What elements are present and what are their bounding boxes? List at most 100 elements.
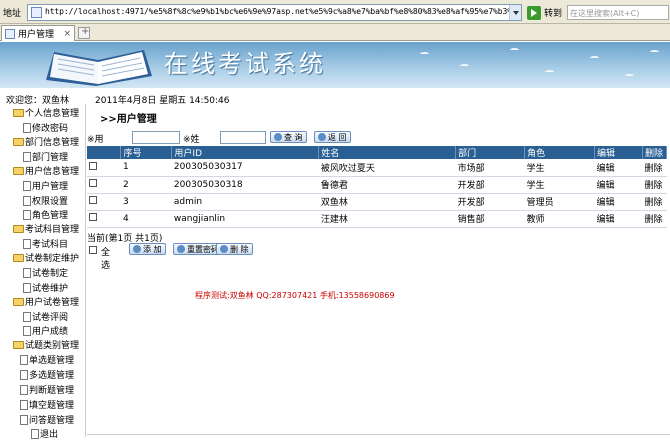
go-button[interactable]: 转到: [527, 5, 562, 20]
sidebar-folder-paper-maintain[interactable]: 试卷制定维护: [13, 251, 79, 264]
search-input[interactable]: 在这里搜索(Alt+C): [567, 5, 669, 20]
document-icon: [23, 267, 31, 278]
column-header-dept: 部门: [455, 146, 526, 159]
sidebar-folder-question-types[interactable]: 试题类别管理: [13, 338, 79, 351]
name-input[interactable]: [220, 131, 266, 144]
edit-link[interactable]: 编辑: [594, 159, 643, 177]
delete-link[interactable]: 删除: [642, 193, 667, 211]
sidebar-item-change-password[interactable]: 修改密码: [23, 121, 68, 134]
sidebar-item-label[interactable]: 问答题管理: [29, 413, 74, 426]
sidebar-item-permissions[interactable]: 权限设置: [23, 194, 68, 207]
sidebar-item-label[interactable]: 角色管理: [32, 208, 68, 221]
edit-link[interactable]: 编辑: [594, 176, 643, 194]
sidebar-item-user-scores[interactable]: 用户成绩: [23, 324, 68, 337]
delete-link[interactable]: 删除: [642, 159, 667, 177]
sidebar-item-logout[interactable]: 退出: [31, 427, 58, 440]
sidebar-item-subjects[interactable]: 考试科目: [23, 237, 68, 250]
sidebar-item-label[interactable]: 修改密码: [32, 121, 68, 134]
reset-password-label[interactable]: 重置密码: [187, 244, 219, 255]
sidebar-item-multi-choice[interactable]: 多选题管理: [20, 368, 74, 381]
delete-link[interactable]: 删除: [642, 210, 667, 228]
sidebar-item-label[interactable]: 用户成绩: [32, 324, 68, 337]
sidebar-item-true-false[interactable]: 判断题管理: [20, 383, 74, 396]
delete-button-label[interactable]: 删 除: [230, 244, 249, 255]
sidebar-item-label[interactable]: 填空题管理: [29, 398, 74, 411]
close-icon[interactable]: ×: [63, 29, 71, 39]
address-bar: 地址 http://localhost:4971/%e5%8f%8c%e9%b1…: [0, 0, 670, 24]
sidebar-item-paper-create[interactable]: 试卷制定: [23, 266, 68, 279]
query-button-label[interactable]: 查 询: [284, 132, 303, 143]
delete-button[interactable]: 删 除: [216, 243, 253, 255]
edit-link[interactable]: 编辑: [594, 210, 643, 228]
sidebar-item-essay[interactable]: 问答题管理: [20, 413, 74, 426]
sidebar-item-label[interactable]: 部门管理: [32, 150, 68, 163]
cell-no: 1: [120, 159, 172, 177]
sidebar-item-label[interactable]: 试卷评阅: [32, 310, 68, 323]
row-checkbox[interactable]: [89, 179, 97, 187]
tab-label[interactable]: 用户管理: [18, 27, 54, 40]
datetime-text: 2011年4月8日 星期五 14:50:46: [95, 96, 230, 106]
sidebar-item-label[interactable]: 多选题管理: [29, 368, 74, 381]
tab-user-management[interactable]: 用户管理 ×: [1, 25, 75, 41]
sidebar-item-paper-review[interactable]: 试卷评阅: [23, 310, 68, 323]
document-icon: [23, 122, 31, 133]
sidebar-item-label[interactable]: 部门信息管理: [25, 135, 79, 148]
sidebar-item-label[interactable]: 判断题管理: [29, 383, 74, 396]
sidebar-item-fill-blank[interactable]: 填空题管理: [20, 398, 74, 411]
sidebar-folder-user-papers[interactable]: 用户试卷管理: [13, 295, 79, 308]
sidebar-item-user-management[interactable]: 用户管理: [23, 179, 68, 192]
page-title: >>用户管理: [100, 114, 157, 125]
cell-name: 汪建林: [318, 210, 456, 228]
sidebar-item-label[interactable]: 试题类别管理: [25, 338, 79, 351]
row-checkbox[interactable]: [89, 196, 97, 204]
sidebar-folder-user-info[interactable]: 用户信息管理: [13, 164, 79, 177]
bird-decoration: [625, 74, 634, 78]
back-button[interactable]: 返 回: [314, 131, 351, 143]
go-label[interactable]: 转到: [544, 6, 562, 19]
sidebar-item-roles[interactable]: 角色管理: [23, 208, 68, 221]
address-url[interactable]: http://localhost:4971/%e5%8f%8c%e9%b1%bc…: [45, 7, 521, 16]
add-button[interactable]: 添 加: [129, 243, 166, 255]
sidebar-item-label[interactable]: 试卷维护: [32, 281, 68, 294]
sidebar-item-label[interactable]: 用户管理: [32, 179, 68, 192]
back-button-label[interactable]: 返 回: [328, 132, 347, 143]
user-table: 序号 用户ID 姓名 部门 角色 编辑 删除 1 200305030317 被风…: [87, 146, 668, 228]
edit-link[interactable]: 编辑: [594, 193, 643, 211]
column-header-name: 姓名: [318, 146, 457, 159]
sidebar-item-label[interactable]: 考试科目管理: [25, 222, 79, 235]
bird-decoration: [510, 48, 519, 52]
sidebar-item-single-choice[interactable]: 单选题管理: [20, 353, 74, 366]
sidebar-item-label[interactable]: 权限设置: [32, 194, 68, 207]
sidebar-item-label[interactable]: 用户信息管理: [25, 164, 79, 177]
user-id-input[interactable]: [132, 131, 180, 144]
sidebar-item-label[interactable]: 用户试卷管理: [25, 295, 79, 308]
bird-decoration: [420, 52, 429, 56]
query-button[interactable]: 查 询: [270, 131, 307, 143]
sidebar-item-paper-maintain[interactable]: 试卷维护: [23, 281, 68, 294]
go-arrow-icon[interactable]: [527, 5, 541, 20]
add-button-label[interactable]: 添 加: [143, 244, 162, 255]
delete-link[interactable]: 删除: [642, 176, 667, 194]
sidebar-folder-personal-info[interactable]: 个人信息管理: [13, 106, 79, 119]
sidebar: 个人信息管理 修改密码 部门信息管理 部门管理 用户信息管理 用户管理 权限设置…: [0, 104, 86, 440]
select-all-checkbox[interactable]: [89, 246, 97, 254]
sidebar-item-label[interactable]: 单选题管理: [29, 353, 74, 366]
table-row: 1 200305030317 被风吹过夏天 市场部 学生 编辑 删除: [87, 159, 667, 177]
folder-icon: [13, 137, 24, 146]
document-icon: [23, 209, 31, 220]
sidebar-item-label[interactable]: 考试科目: [32, 237, 68, 250]
chevron-down-icon[interactable]: [509, 5, 521, 20]
cell-dept: 市场部: [455, 159, 525, 177]
sidebar-folder-subjects[interactable]: 考试科目管理: [13, 222, 79, 235]
sidebar-item-label[interactable]: 试卷制定维护: [25, 251, 79, 264]
row-checkbox[interactable]: [89, 161, 97, 170]
sidebar-item-label[interactable]: 退出: [40, 427, 58, 440]
new-tab-icon[interactable]: [78, 26, 90, 39]
address-input[interactable]: http://localhost:4971/%e5%8f%8c%e9%b1%bc…: [27, 4, 522, 21]
sidebar-item-dept-management[interactable]: 部门管理: [23, 150, 68, 163]
cell-role: 管理员: [524, 193, 595, 211]
sidebar-folder-dept-info[interactable]: 部门信息管理: [13, 135, 79, 148]
sidebar-item-label[interactable]: 个人信息管理: [25, 106, 79, 119]
row-checkbox[interactable]: [89, 213, 97, 221]
sidebar-item-label[interactable]: 试卷制定: [32, 266, 68, 279]
